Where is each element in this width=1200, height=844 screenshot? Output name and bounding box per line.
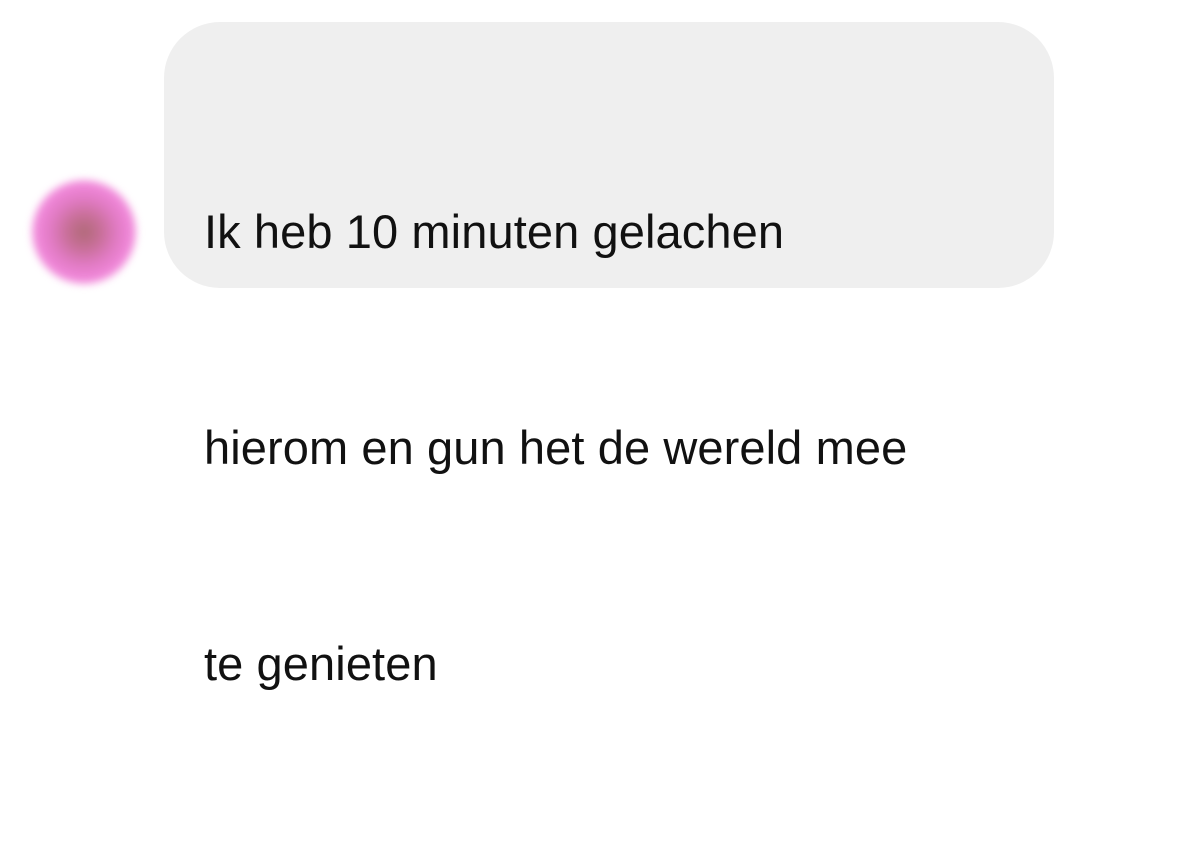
message-line-1: Ik heb 10 minuten gelachen — [204, 205, 785, 258]
message-line-3: te genieten — [204, 637, 438, 690]
avatar[interactable] — [32, 180, 136, 284]
message-line-2: hierom en gun het de wereld mee — [204, 421, 908, 474]
message-bubble[interactable]: Ik heb 10 minuten gelachen hierom en gun… — [164, 22, 1054, 690]
chat-thread: Ik heb 10 minuten gelachen hierom en gun… — [0, 0, 1200, 690]
message-row: Ik heb 10 minuten gelachen hierom en gun… — [0, 0, 1200, 690]
message-text: Ik heb 10 minuten gelachen hierom en gun… — [204, 52, 1020, 844]
